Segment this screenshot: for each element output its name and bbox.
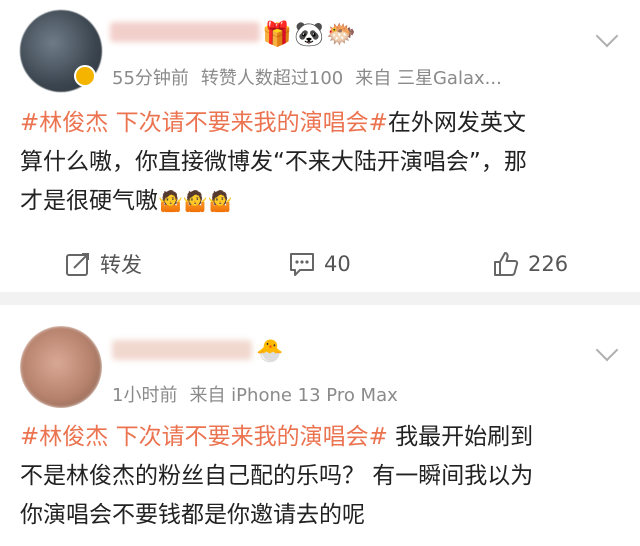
post-time: 1小时前 [112,385,178,406]
post-time: 55分钟前 [112,68,189,89]
content-line: 算什么嗷，你直接微博发“不来大陆开演唱会”，那 [20,149,527,175]
post-meta: 55分钟前 转赞人数超过100 来自 三星Galax... [112,64,514,90]
weibo-post-1: 🎁 🐼 🐡 55分钟前 转赞人数超过100 来自 三星Galax... #林俊杰 下… [0,0,640,292]
content-text: 我最开始刷到 [387,424,534,450]
like-count: 226 [528,252,569,276]
verified-badge-icon [74,65,96,87]
topic-link[interactable]: #林俊杰 下次请不要来我的演唱会# [20,110,388,136]
chevron-down-icon[interactable] [595,24,619,48]
content-line: 不是林俊杰的粉丝自己配的乐吗？ 有一瞬间我以为 [20,463,534,489]
thumbs-up-icon [494,252,519,276]
content-line: 你演唱会不要钱都是你邀请去的呢 [20,502,365,528]
username-blurred[interactable] [112,340,252,360]
pufferfish-emoji-icon: 🐡 [326,20,356,48]
post-meta: 1小时前 来自 iPhone 13 Pro Max [112,381,410,407]
content-text: 才是很硬气嗷 [20,188,158,214]
panda-emoji-icon: 🐼 [294,20,324,48]
gift-emoji-icon: 🎁 [262,20,292,48]
post-stat: 转赞人数超过100 [200,68,344,89]
comment-icon [290,253,314,276]
comment-button[interactable]: 40 [288,244,351,284]
post-source: 来自 三星Galax... [355,68,502,89]
comment-count: 40 [324,252,351,276]
topic-link[interactable]: #林俊杰 下次请不要来我的演唱会# [20,424,388,450]
post-separator [0,292,640,305]
post-content: #林俊杰 下次请不要来我的演唱会# 我最开始刷到 不是林俊杰的粉丝自己配的乐吗？… [20,418,620,535]
chevron-down-icon[interactable] [595,338,619,362]
content-text: 在外网发英文 [387,110,526,136]
shrug-emoji-icon: 🤷🤷🤷 [158,189,233,213]
like-button[interactable]: 226 [492,244,568,284]
post-source: 来自 iPhone 13 Pro Max [189,385,398,406]
username-blurred[interactable] [110,22,260,42]
avatar[interactable] [20,326,102,408]
repost-label: 转发 [100,253,142,277]
repost-button[interactable]: 转发 [64,244,142,284]
edit-share-icon [66,253,89,276]
action-bar: 转发 40 226 [0,244,640,284]
post-content: #林俊杰 下次请不要来我的演唱会#在外网发英文 算什么嗷，你直接微博发“不来大陆… [20,104,620,221]
chick-emoji-icon: 🐣 [256,339,284,364]
